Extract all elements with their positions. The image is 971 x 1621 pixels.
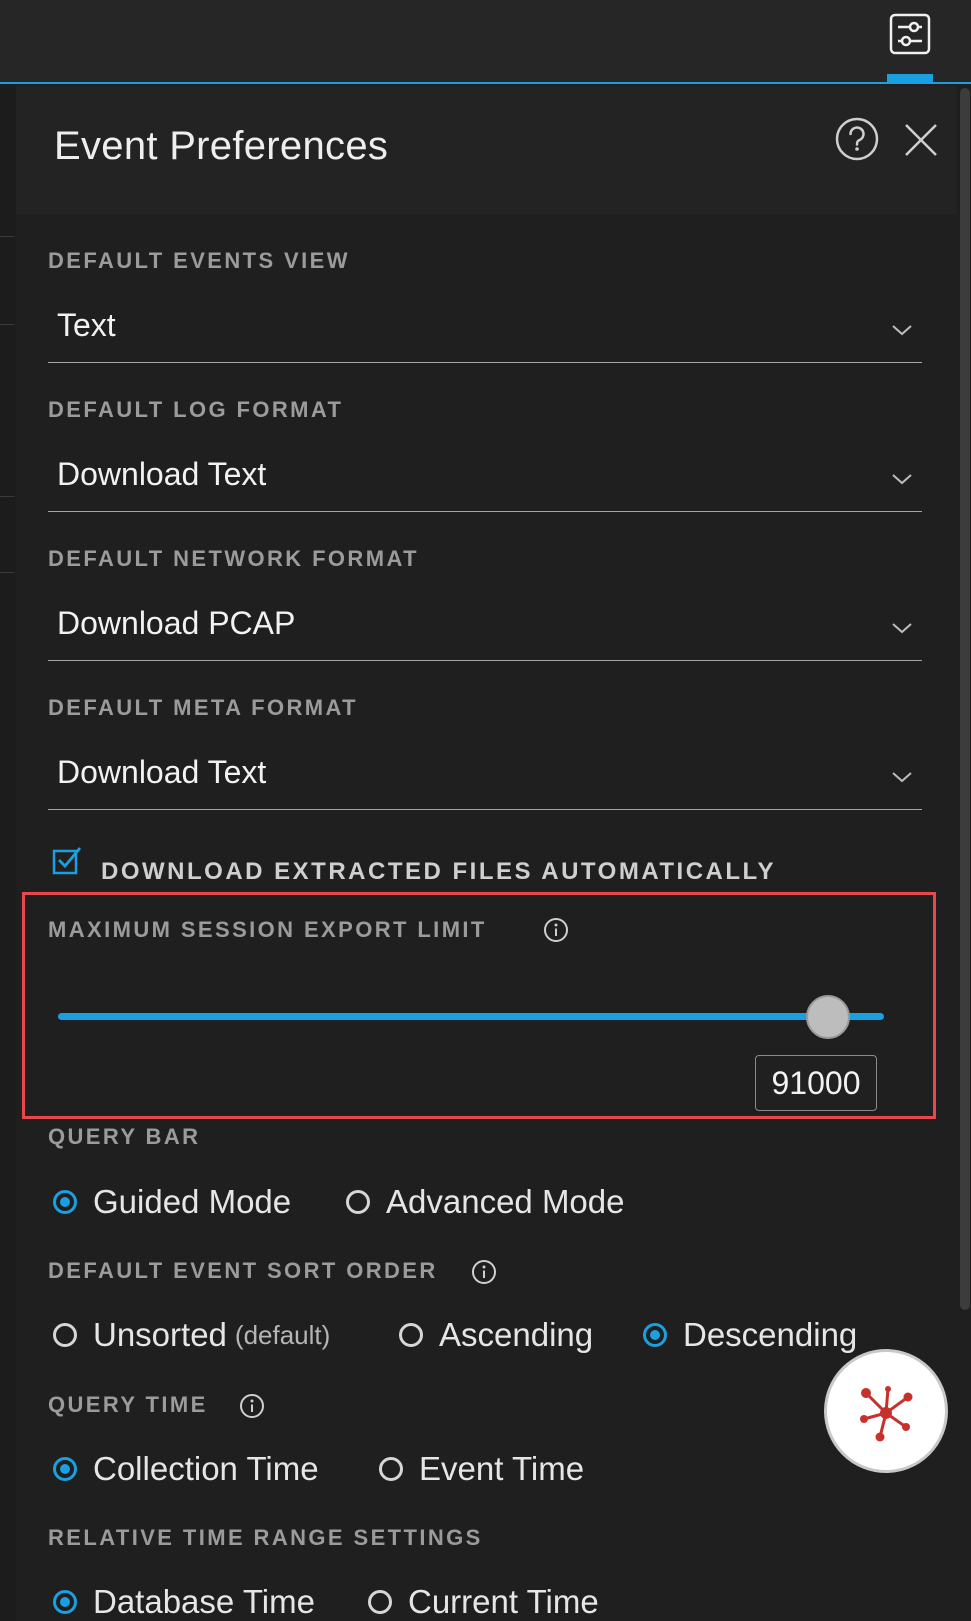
radio-label: Collection Time: [93, 1450, 319, 1487]
radio-ascending[interactable]: Ascending: [399, 1316, 593, 1354]
session-export-value-input[interactable]: 91000: [755, 1055, 877, 1111]
query-bar-label: QUERY BAR: [48, 1124, 201, 1149]
radio-button[interactable]: [379, 1457, 403, 1481]
help-button[interactable]: [834, 116, 880, 162]
chevron-down-icon: [892, 325, 912, 336]
floating-action-button[interactable]: [824, 1349, 948, 1473]
radio-label: Database Time: [93, 1583, 315, 1620]
close-icon: [905, 124, 937, 156]
radio-button[interactable]: [53, 1323, 77, 1347]
default-log-format-select[interactable]: Download Text: [48, 446, 922, 512]
panel-title: Event Preferences: [54, 124, 389, 168]
radio-button[interactable]: [346, 1190, 370, 1214]
radio-collection-time[interactable]: Collection Time: [53, 1450, 319, 1488]
info-circle-icon[interactable]: [239, 1393, 265, 1419]
active-indicator: [887, 74, 933, 84]
download-extracted-label: DOWNLOAD EXTRACTED FILES AUTOMATICALLY: [101, 858, 776, 885]
radio-label: Event Time: [419, 1450, 585, 1487]
radio-label: Advanced Mode: [386, 1183, 625, 1220]
radio-button[interactable]: [53, 1190, 77, 1214]
radio-sublabel: (default): [234, 1319, 331, 1350]
radio-guided-mode[interactable]: Guided Mode: [53, 1183, 291, 1221]
radio-label: Guided Mode: [93, 1183, 292, 1220]
default-events-view-select[interactable]: Text: [48, 297, 922, 363]
radio-button[interactable]: [368, 1590, 392, 1614]
select-value: Download Text: [57, 456, 267, 492]
chevron-down-icon: [892, 474, 912, 485]
close-button[interactable]: [901, 120, 941, 160]
chevron-down-icon: [892, 772, 912, 783]
radio-advanced-mode[interactable]: Advanced Mode: [346, 1183, 625, 1221]
top-bar: [0, 0, 971, 84]
max-session-export-label: MAXIMUM SESSION EXPORT LIMIT: [48, 917, 487, 942]
info-circle-icon[interactable]: [543, 917, 569, 943]
default-meta-format-select[interactable]: Download Text: [48, 744, 922, 810]
panel-scrollbar[interactable]: [960, 88, 970, 1310]
info-circle-icon[interactable]: [471, 1259, 497, 1285]
radio-button[interactable]: [643, 1323, 667, 1347]
default-network-format-select[interactable]: Download PCAP: [48, 595, 922, 661]
radio-button[interactable]: [53, 1590, 77, 1614]
radio-label: Current Time: [408, 1583, 599, 1620]
sort-order-label: DEFAULT EVENT SORT ORDER: [48, 1258, 438, 1283]
default-meta-format-label: DEFAULT META FORMAT: [48, 695, 358, 720]
radio-label: Ascending: [439, 1316, 594, 1353]
radio-current-time[interactable]: Current Time: [368, 1583, 599, 1621]
radio-event-time[interactable]: Event Time: [379, 1450, 584, 1488]
radio-unsorted[interactable]: Unsorted (default): [53, 1316, 330, 1354]
select-value: Download PCAP: [57, 605, 296, 641]
default-network-format-label: DEFAULT NETWORK FORMAT: [48, 546, 419, 571]
radio-label: Unsorted: [93, 1316, 227, 1353]
preferences-toggle-button[interactable]: [888, 12, 932, 56]
background-content-strip: [0, 86, 16, 1621]
panel-header: Event Preferences: [16, 86, 957, 214]
download-extracted-checkbox[interactable]: [52, 845, 82, 875]
relative-time-label: RELATIVE TIME RANGE SETTINGS: [48, 1525, 483, 1550]
default-events-view-label: DEFAULT EVENTS VIEW: [48, 248, 350, 273]
network-graph-icon: [860, 1386, 913, 1442]
chevron-down-icon: [892, 623, 912, 634]
radio-label: Descending: [683, 1316, 858, 1353]
radio-database-time[interactable]: Database Time: [53, 1583, 315, 1621]
session-export-slider-track[interactable]: [58, 1013, 884, 1020]
select-value: Download Text: [57, 754, 267, 790]
default-log-format-label: DEFAULT LOG FORMAT: [48, 397, 344, 422]
question-circle-icon: [835, 117, 879, 161]
select-value: Text: [57, 307, 116, 343]
radio-button[interactable]: [53, 1457, 77, 1481]
session-export-slider-thumb[interactable]: [806, 995, 850, 1039]
query-time-label: QUERY TIME: [48, 1392, 208, 1417]
radio-button[interactable]: [399, 1323, 423, 1347]
radio-descending[interactable]: Descending: [643, 1316, 857, 1354]
sliders-icon: [889, 13, 931, 55]
